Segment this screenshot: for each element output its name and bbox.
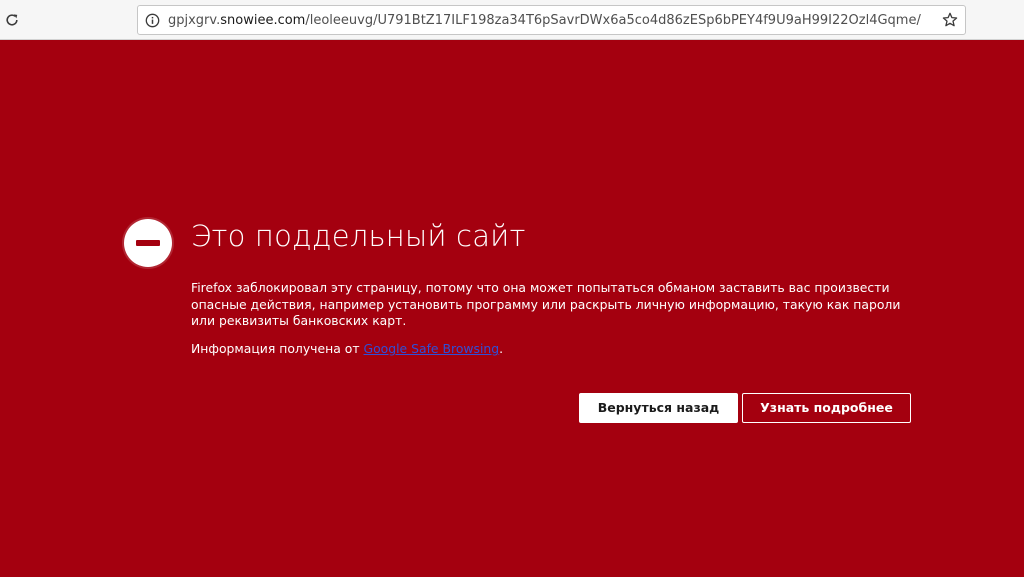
go-back-button[interactable]: Вернуться назад (579, 393, 738, 423)
safe-browsing-link[interactable]: Google Safe Browsing (363, 341, 499, 356)
error-description: Firefox заблокировал эту страницу, потом… (191, 280, 901, 328)
reload-icon[interactable] (4, 12, 20, 28)
source-info: Информация получена от Google Safe Brows… (191, 341, 911, 357)
url-domain: snowiee.com (220, 13, 306, 28)
url-text[interactable]: gpjxgrv.snowiee.com/leoleeuvg/U791BtZ17I… (168, 13, 928, 29)
source-suffix: . (499, 341, 504, 356)
star-icon[interactable] (941, 11, 959, 29)
source-prefix: Информация получена от (191, 341, 364, 356)
page-title: Это поддельный сайт (191, 219, 526, 253)
info-icon[interactable] (145, 13, 160, 28)
url-prefix: gpjxgrv. (168, 13, 221, 28)
url-bar[interactable]: gpjxgrv.snowiee.com/leoleeuvg/U791BtZ17I… (137, 5, 966, 35)
learn-more-button[interactable]: Узнать подробнее (742, 393, 911, 423)
browser-toolbar: gpjxgrv.snowiee.com/leoleeuvg/U791BtZ17I… (0, 0, 1024, 40)
url-path: /leoleeuvg/U791BtZ17ILF198za34T6pSavrDWx… (305, 13, 921, 28)
blocked-icon (124, 219, 172, 267)
